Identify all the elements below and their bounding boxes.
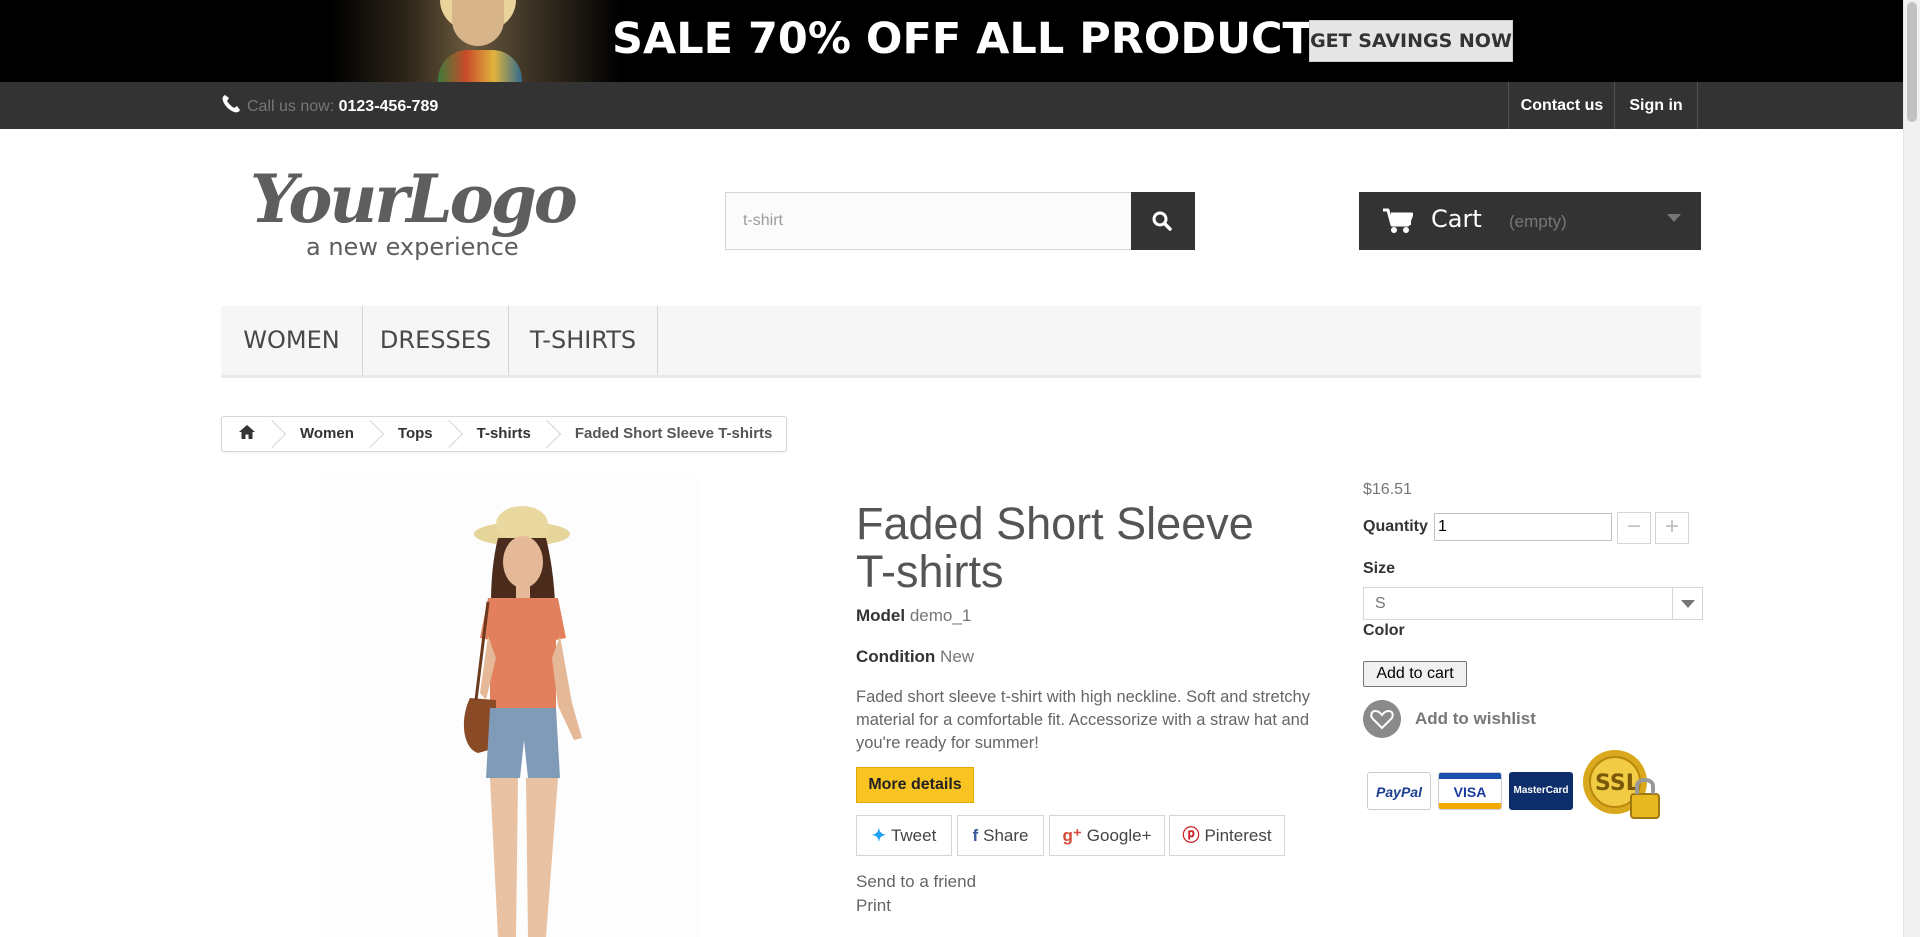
send-to-friend-link[interactable]: Send to a friend [856, 872, 976, 892]
contact-us-link[interactable]: Contact us [1508, 82, 1615, 129]
search-box [725, 192, 1195, 250]
color-label: Color [1363, 622, 1405, 639]
menu-item-women[interactable]: WOMEN [221, 306, 363, 375]
svg-text:SSL: SSL [1595, 771, 1640, 796]
get-savings-button[interactable]: GET SAVINGS NOW [1309, 20, 1513, 62]
breadcrumb-tops[interactable]: Tops [376, 417, 455, 451]
phone-icon [222, 95, 240, 113]
size-select[interactable]: S [1363, 587, 1703, 620]
vertical-scrollbar[interactable] [1903, 0, 1920, 937]
pinterest-button[interactable]: ⓟ Pinterest [1169, 815, 1285, 856]
top-nav-bar: Call us now: 0123-456-789 Contact us Sig… [0, 82, 1903, 129]
mastercard-logo: MasterCard [1509, 772, 1573, 810]
phone-number: 0123-456-789 [338, 98, 439, 115]
facebook-icon: f [972, 826, 979, 845]
print-link[interactable]: Print [856, 896, 891, 916]
cart-icon [1383, 208, 1413, 233]
home-icon [239, 425, 255, 439]
size-label: Size [1363, 560, 1396, 577]
product-model: Model demo_1 [856, 606, 972, 625]
cart-label: Cart [1431, 205, 1482, 233]
scrollbar-thumb[interactable] [1907, 2, 1917, 122]
pinterest-icon: ⓟ [1182, 826, 1200, 845]
call-label: Call us now: [247, 98, 335, 115]
quantity-label: Quantity [1363, 518, 1428, 535]
quantity-minus-button[interactable]: − [1617, 512, 1651, 544]
cart-status: (empty) [1509, 212, 1567, 231]
breadcrumb: Women Tops T-shirts Faded Short Sleeve T… [221, 416, 788, 452]
google-plus-icon: g⁺ [1062, 826, 1082, 845]
product-description: Faded short sleeve t-shirt with high nec… [856, 688, 1310, 752]
chevron-down-icon [1672, 588, 1702, 619]
paypal-logo: PayPal [1367, 772, 1431, 810]
search-button[interactable] [1131, 192, 1195, 250]
more-details-button[interactable]: More details [856, 767, 974, 803]
quantity-plus-button[interactable]: + [1655, 512, 1689, 544]
product-title: Faded Short Sleeve T-shirts [856, 498, 1254, 597]
main-menu: WOMEN DRESSES T-SHIRTS [221, 306, 1701, 378]
phone-info: Call us now: 0123-456-789 [221, 94, 438, 116]
promo-banner[interactable]: SALE 70% OFF ALL PRODUCTS GET SAVINGS NO… [0, 0, 1920, 82]
heart-icon [1363, 700, 1401, 738]
add-to-cart-button[interactable]: Add to cart [1363, 661, 1467, 687]
product-image[interactable] [320, 478, 700, 937]
chevron-down-icon [1667, 214, 1681, 222]
search-input[interactable] [726, 193, 1130, 249]
facebook-share-button[interactable]: f Share [957, 815, 1044, 856]
product-condition: Condition New [856, 647, 975, 666]
sign-in-link[interactable]: Sign in [1614, 82, 1698, 129]
svg-text:YourLogo: YourLogo [250, 160, 576, 238]
quantity-input[interactable] [1434, 513, 1612, 541]
breadcrumb-tshirts[interactable]: T-shirts [455, 417, 553, 451]
svg-text:a new experience: a new experience [306, 233, 519, 261]
visa-logo: VISA [1438, 772, 1502, 810]
page: SALE 70% OFF ALL PRODUCTS GET SAVINGS NO… [0, 0, 1920, 937]
banner-model-image [330, 0, 620, 82]
site-logo[interactable]: YourLogo a new experience [250, 158, 610, 264]
breadcrumb-women[interactable]: Women [278, 417, 376, 451]
search-icon [1152, 211, 1172, 231]
twitter-icon: ✦ [871, 826, 886, 845]
google-plus-button[interactable]: g⁺ Google+ [1049, 815, 1165, 856]
menu-item-tshirts[interactable]: T-SHIRTS [509, 306, 658, 375]
payment-logos: PayPal VISA MasterCard SSL [1367, 748, 1667, 824]
breadcrumb-current: Faded Short Sleeve T-shirts [574, 425, 773, 442]
banner-headline: SALE 70% OFF ALL PRODUCTS [612, 14, 1343, 64]
cart-button[interactable]: Cart (empty) [1359, 192, 1701, 250]
breadcrumb-home[interactable] [222, 417, 278, 451]
ssl-badge: SSL [1583, 750, 1660, 819]
menu-item-dresses[interactable]: DRESSES [363, 306, 509, 375]
tweet-button[interactable]: ✦ Tweet [856, 815, 952, 856]
product-price: $16.51 [1363, 481, 1412, 498]
